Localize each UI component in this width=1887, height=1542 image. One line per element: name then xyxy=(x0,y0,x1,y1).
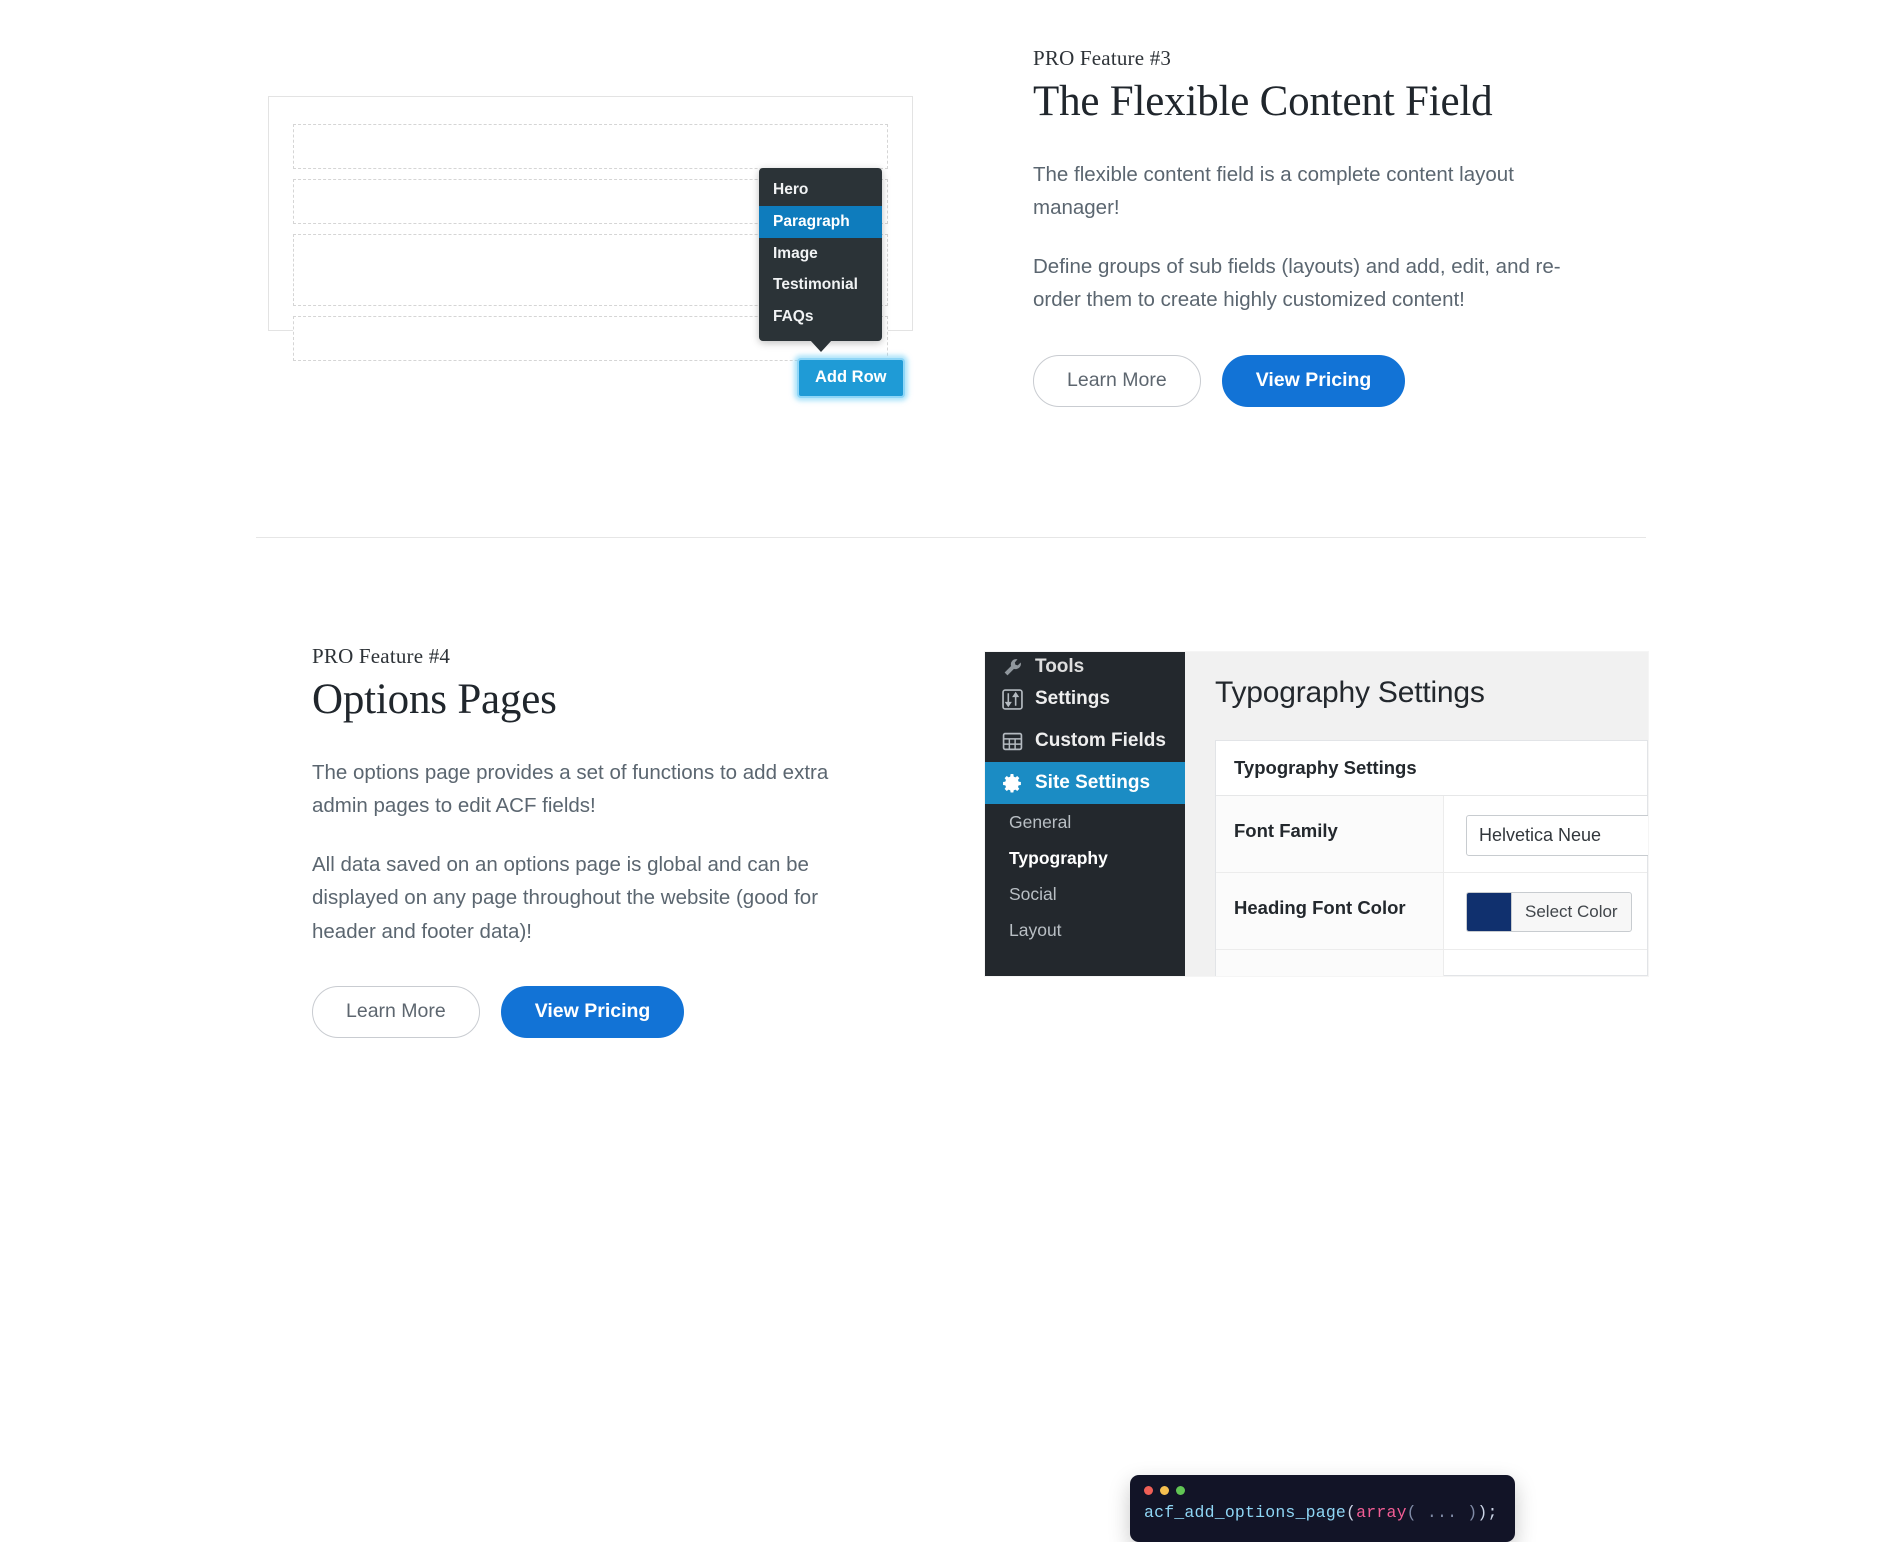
feature-paragraph: The flexible content field is a complete… xyxy=(1033,162,1514,219)
wp-field-label xyxy=(1216,950,1444,976)
wp-nav-label: Custom Fields xyxy=(1035,730,1166,751)
code-keyword-array: array xyxy=(1356,1503,1407,1522)
code-open-paren: ( xyxy=(1346,1503,1357,1522)
wp-nav-site-settings[interactable]: Site Settings xyxy=(985,762,1185,804)
wp-admin-content: Typography Settings Typography Settings … xyxy=(1185,652,1648,976)
wp-field-row-heading-font-color: Heading Font Color Select Color xyxy=(1216,873,1647,950)
code-close: ); xyxy=(1477,1503,1498,1522)
wp-page-title: Typography Settings xyxy=(1215,676,1485,709)
feature-paragraph: The options page provides a set of funct… xyxy=(312,760,829,817)
code-args: ( ... ) xyxy=(1406,1503,1478,1522)
feature-text-column: PRO Feature #4 Options Pages The options… xyxy=(312,644,912,1038)
feature-page: Hero Paragraph Image Testimonial FAQs Ad… xyxy=(0,0,1887,1542)
feature-actions: Learn More View Pricing xyxy=(312,985,912,1038)
feature-eyebrow: PRO Feature #3 xyxy=(1033,46,1172,70)
code-function-name: acf_add_options_page xyxy=(1144,1503,1347,1522)
feature-text-column: PRO Feature #3 The Flexible Content Fiel… xyxy=(1033,46,1673,407)
wp-metabox-title: Typography Settings xyxy=(1216,741,1647,796)
wp-nav-label: Settings xyxy=(1035,688,1110,709)
wp-subnav-social[interactable]: Social xyxy=(985,876,1185,912)
wp-field-control: Select Color xyxy=(1444,873,1647,949)
dropdown-item-hero[interactable]: Hero xyxy=(759,174,882,206)
wp-field-label: Heading Font Color xyxy=(1216,873,1444,949)
dropdown-item-image[interactable]: Image xyxy=(759,238,882,270)
wp-nav-label: Site Settings xyxy=(1035,772,1151,793)
dropdown-item-paragraph[interactable]: Paragraph xyxy=(759,205,882,238)
close-dot-icon xyxy=(1144,1486,1153,1495)
wp-nav-tools[interactable]: Tools xyxy=(985,652,1185,678)
learn-more-button[interactable]: Learn More xyxy=(1033,354,1201,407)
select-color-button[interactable]: Select Color xyxy=(1511,892,1632,932)
color-picker[interactable]: Select Color xyxy=(1466,892,1632,932)
dropdown-item-faqs[interactable]: FAQs xyxy=(759,301,882,333)
view-pricing-button[interactable]: View Pricing xyxy=(1221,354,1406,407)
table-icon xyxy=(1002,731,1023,752)
add-row-button[interactable]: Add Row xyxy=(797,358,905,398)
feature-section-flexible-content: Hero Paragraph Image Testimonial FAQs Ad… xyxy=(0,0,1887,537)
feature-section-options-pages: PRO Feature #4 Options Pages The options… xyxy=(0,537,1887,1542)
window-controls xyxy=(1130,1475,1515,1495)
feature-eyebrow: PRO Feature #4 xyxy=(312,644,451,668)
wp-admin-sidebar: Tools Settings Custom Fields Site Settin… xyxy=(985,652,1185,976)
font-family-input[interactable]: Helvetica Neue xyxy=(1466,815,1648,856)
feature-paragraph: Define groups of sub fields (layouts) an… xyxy=(1033,255,1561,312)
dropdown-caret-icon xyxy=(809,340,832,353)
sliders-icon xyxy=(1002,688,1023,710)
color-swatch xyxy=(1466,892,1511,932)
layout-selector-dropdown[interactable]: Hero Paragraph Image Testimonial FAQs xyxy=(759,168,882,353)
gear-icon xyxy=(1002,773,1023,794)
wp-field-row-font-family: Font Family Helvetica Neue xyxy=(1216,796,1648,873)
code-line: acf_add_options_page(array( ... )); xyxy=(1130,1495,1515,1522)
code-snippet-card: acf_add_options_page(array( ... )); xyxy=(1130,1475,1515,1542)
feature-paragraph: All data saved on an options page is glo… xyxy=(312,853,819,943)
learn-more-button[interactable]: Learn More xyxy=(312,985,480,1038)
feature-title: The Flexible Content Field xyxy=(1033,78,1493,125)
wp-subnav-general[interactable]: General xyxy=(985,804,1185,840)
wrench-icon xyxy=(1002,657,1023,678)
dropdown-item-testimonial[interactable]: Testimonial xyxy=(759,269,882,301)
feature-actions: Learn More View Pricing xyxy=(1033,354,1673,407)
wp-field-control xyxy=(1444,950,1647,976)
wp-nav-label: Tools xyxy=(1035,656,1085,677)
wp-field-control: Helvetica Neue xyxy=(1444,796,1648,872)
mockup-layout-row xyxy=(293,124,888,169)
wp-metabox: Typography Settings Font Family Helvetic… xyxy=(1215,740,1648,976)
feature-title: Options Pages xyxy=(312,676,557,723)
wp-subnav-typography[interactable]: Typography xyxy=(985,840,1185,876)
wp-subnav-layout[interactable]: Layout xyxy=(985,912,1185,948)
wp-field-label: Font Family xyxy=(1216,796,1444,872)
maximize-dot-icon xyxy=(1176,1486,1185,1495)
minimize-dot-icon xyxy=(1160,1486,1169,1495)
wp-nav-settings[interactable]: Settings xyxy=(985,678,1185,720)
view-pricing-button[interactable]: View Pricing xyxy=(500,985,685,1038)
wp-nav-custom-fields[interactable]: Custom Fields xyxy=(985,720,1185,762)
wp-field-row-partial xyxy=(1216,950,1647,976)
wordpress-admin-screenshot: Tools Settings Custom Fields Site Settin… xyxy=(985,652,1648,976)
